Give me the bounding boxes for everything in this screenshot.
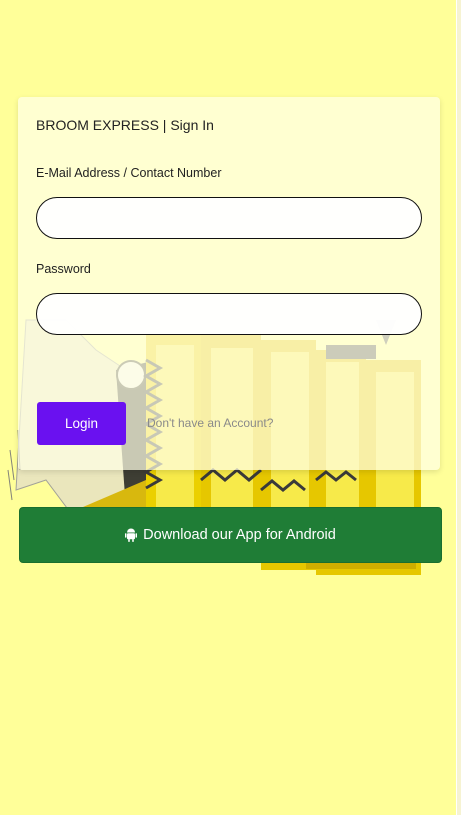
page-edge <box>456 0 461 815</box>
email-input[interactable] <box>36 197 422 239</box>
password-input[interactable] <box>36 293 422 335</box>
login-button[interactable]: Login <box>37 402 126 445</box>
download-android-app-button[interactable]: Download our App for Android <box>19 507 442 563</box>
login-card: BROOM EXPRESS | Sign In E-Mail Address /… <box>18 97 440 470</box>
email-label: E-Mail Address / Contact Number <box>36 166 222 180</box>
signup-link[interactable]: Don't have an Account? <box>147 416 273 430</box>
password-label: Password <box>36 262 91 276</box>
card-title: BROOM EXPRESS | Sign In <box>36 117 214 133</box>
android-icon <box>125 528 138 542</box>
download-button-label: Download our App for Android <box>143 527 336 543</box>
